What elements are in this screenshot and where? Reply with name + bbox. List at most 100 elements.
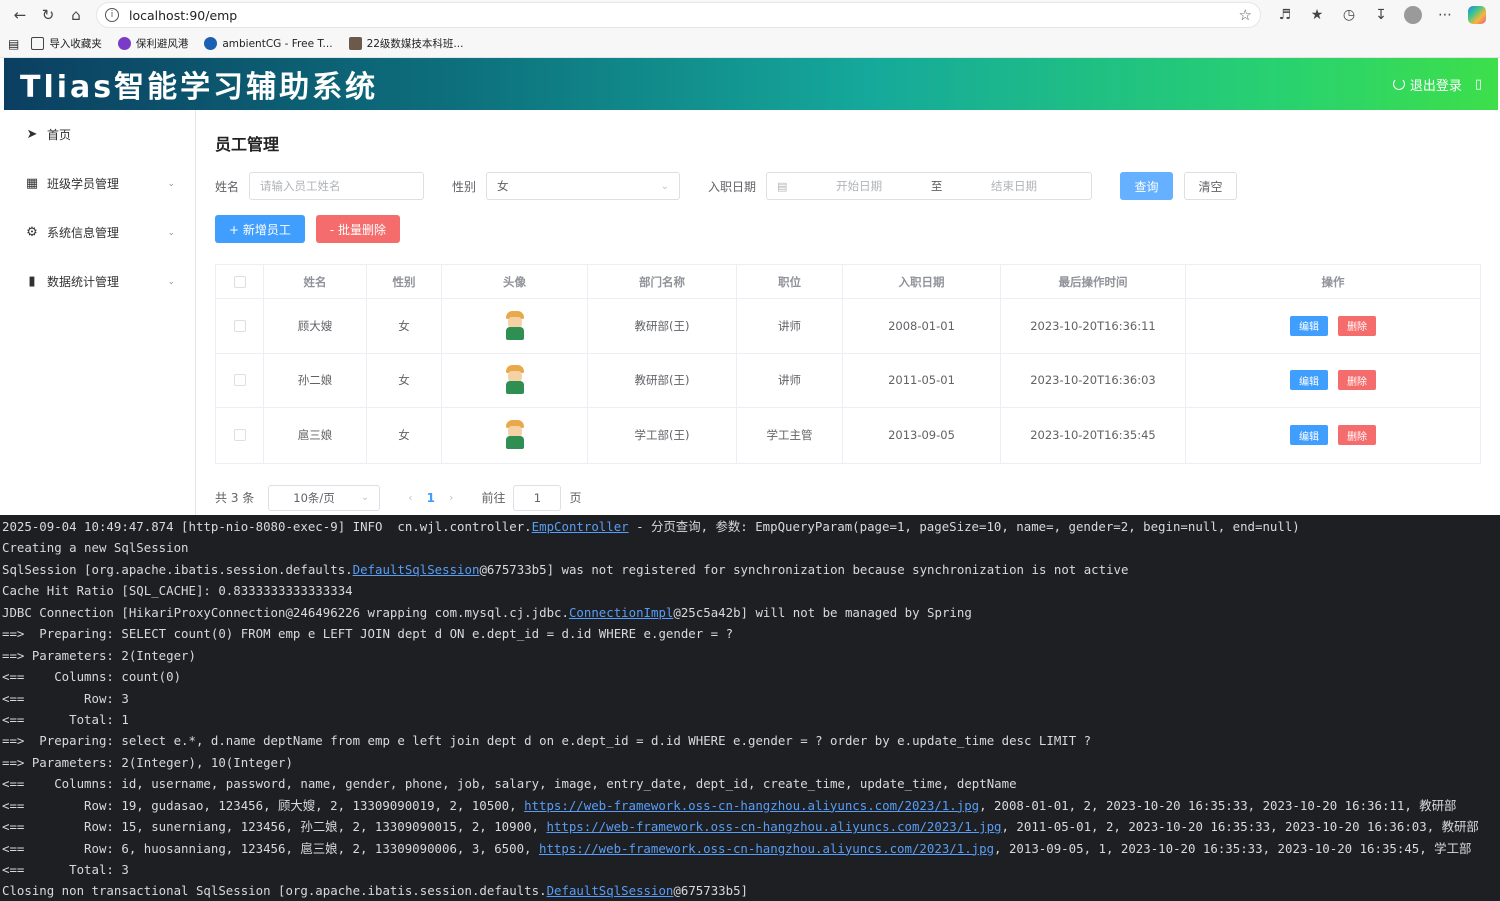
bookmark-3[interactable]: 22级数媒技本科班...: [348, 36, 463, 51]
sidebar-item-statistics[interactable]: ▮ 数据统计管理 ⌄: [4, 257, 195, 306]
log-line: Creating a new SqlSession: [0, 537, 1500, 558]
name-input[interactable]: 请输入员工姓名: [249, 172, 425, 200]
bookmarks-bar-toggle-icon[interactable]: ▤: [8, 37, 19, 51]
clear-button[interactable]: 清空: [1184, 172, 1238, 200]
browser-tools: ♬ ★ ◷ ↧ ⋯: [1271, 1, 1491, 29]
row-checkbox[interactable]: [233, 429, 246, 442]
log-line: ==> Parameters: 2(Integer), 10(Integer): [0, 752, 1500, 773]
favorites-icon[interactable]: ★: [1303, 1, 1331, 29]
actions-row: + 新增员工 - 批量删除: [215, 215, 1480, 243]
name-placeholder: 请输入员工姓名: [260, 179, 341, 193]
bookmark-1[interactable]: 保利避风港: [117, 36, 188, 51]
row-checkbox[interactable]: [233, 374, 246, 387]
entry-date-range[interactable]: ▤ 开始日期 至 结束日期: [766, 172, 1093, 200]
page-suffix: 页: [569, 491, 582, 505]
sidebar-item-class-student[interactable]: ▦ 班级学员管理 ⌄: [4, 159, 195, 208]
bookmark-2[interactable]: ambientCG - Free T...: [204, 37, 333, 50]
table-row: 顾大嫂 女 教研部(王) 讲师 2008-01-01 2023-10-20T16…: [216, 299, 1480, 354]
log-text: @675733b5] was not registered for synchr…: [479, 561, 1129, 577]
goto-label: 前往: [481, 491, 506, 505]
employee-avatar: [503, 365, 527, 395]
row-checkbox[interactable]: [233, 319, 246, 332]
employee-table: 姓名 性别 头像 部门名称 职位 入职日期 最后操作时间 操作 顾大嫂 女 教研…: [215, 264, 1481, 464]
info-icon[interactable]: i: [105, 8, 119, 22]
goto-page-input[interactable]: 1: [513, 484, 562, 511]
cell-actions: 编辑 删除: [1186, 408, 1480, 463]
log-link[interactable]: https://web-framework.oss-cn-hangzhou.al…: [546, 819, 1001, 834]
cell-gender: 女: [367, 408, 442, 463]
edit-button[interactable]: 编辑: [1290, 425, 1328, 446]
logout-button[interactable]: 退出登录 ▯: [1392, 75, 1482, 94]
app-header: Tlias智能学习辅助系统 退出登录 ▯: [4, 58, 1498, 110]
page-title: 员工管理: [215, 135, 280, 154]
cell-avatar: [442, 299, 588, 353]
reload-icon[interactable]: ↻: [34, 1, 62, 29]
bookmark-favicon: [348, 37, 362, 50]
copilot-icon[interactable]: [1463, 1, 1491, 29]
log-text: Closing non transactional SqlSession [or…: [2, 883, 547, 899]
cell-update-time: 2023-10-20T16:36:11: [1001, 299, 1186, 353]
console-output[interactable]: 2025-09-04 10:49:47.874 [http-nio-8080-e…: [0, 515, 1500, 901]
sidebar-item-label: 首页: [47, 128, 72, 142]
cell-job: 讲师: [737, 353, 843, 407]
sidebar-item-system-info[interactable]: ⚙ 系统信息管理 ⌄: [4, 208, 195, 257]
log-link[interactable]: ConnectionImpl: [569, 605, 673, 620]
chevron-down-icon: ⌄: [360, 492, 370, 503]
header-job: 职位: [737, 265, 843, 298]
edit-button[interactable]: 编辑: [1290, 370, 1328, 391]
delete-button[interactable]: 删除: [1338, 315, 1376, 336]
log-text: <== Total: 3: [2, 862, 129, 877]
delete-button[interactable]: 删除: [1338, 425, 1376, 446]
next-page-icon[interactable]: ›: [449, 491, 453, 504]
read-aloud-icon[interactable]: ♬: [1271, 1, 1299, 29]
back-icon[interactable]: ←: [6, 1, 34, 29]
cell-actions: 编辑 删除: [1186, 299, 1480, 353]
header-avatar: 头像: [442, 265, 588, 298]
import-icon: [31, 37, 45, 50]
gender-label: 性别: [452, 179, 477, 194]
end-date-input[interactable]: 结束日期: [991, 178, 1037, 194]
edit-button[interactable]: 编辑: [1290, 315, 1328, 336]
log-text: ==> Parameters: 2(Integer): [2, 647, 196, 663]
address-bar[interactable]: i localhost:90/emp ☆: [96, 2, 1261, 28]
power-icon: [1392, 78, 1405, 90]
page-size-select[interactable]: 10条/页 ⌄: [268, 484, 381, 511]
cell-entry-date: 2011-05-01: [843, 353, 1001, 407]
sidebar-item-label: 数据统计管理: [47, 275, 120, 289]
log-line: <== Columns: id, username, password, nam…: [0, 773, 1500, 794]
favorite-star-icon[interactable]: ☆: [1239, 6, 1252, 24]
add-employee-button[interactable]: + 新增员工: [215, 215, 305, 243]
delete-button[interactable]: 删除: [1338, 370, 1376, 391]
bookmark-import[interactable]: 导入收藏夹: [31, 36, 102, 51]
main-content: 员工管理 姓名 请输入员工姓名 性别 女 ⌄ 入职日期 ▤ 开始日期 至 结束日…: [197, 110, 1498, 515]
employee-avatar: [503, 310, 527, 341]
log-text: 2025-09-04 10:49:47.874 [http-nio-8080-e…: [2, 519, 532, 534]
log-link[interactable]: DefaultSqlSession: [353, 562, 480, 577]
download-icon[interactable]: ↧: [1367, 1, 1395, 29]
cell-entry-date: 2013-09-05: [843, 408, 1001, 463]
home-icon[interactable]: ⌂: [62, 1, 90, 29]
cell-avatar: [442, 353, 588, 407]
cell-gender: 女: [367, 299, 442, 353]
history-icon[interactable]: ◷: [1335, 1, 1363, 29]
gender-select[interactable]: 女 ⌄: [486, 172, 681, 200]
query-button[interactable]: 查询: [1120, 172, 1174, 200]
log-link[interactable]: EmpController: [532, 519, 629, 534]
log-text: Creating a new SqlSession: [2, 540, 189, 556]
start-date-input[interactable]: 开始日期: [836, 178, 882, 194]
log-link[interactable]: https://web-framework.oss-cn-hangzhou.al…: [524, 798, 979, 813]
log-line: Closing non transactional SqlSession [or…: [0, 880, 1500, 901]
sidebar-item-home[interactable]: ➤ 首页: [4, 110, 195, 159]
log-text: @25c5a42b] will not be managed by Spring: [673, 604, 972, 620]
prev-page-icon[interactable]: ‹: [408, 491, 412, 504]
log-link[interactable]: DefaultSqlSession: [547, 883, 674, 898]
log-link[interactable]: https://web-framework.oss-cn-hangzhou.al…: [539, 841, 994, 856]
batch-delete-button[interactable]: - 批量删除: [315, 215, 401, 243]
log-line: JDBC Connection [HikariProxyConnection@2…: [0, 602, 1500, 623]
more-menu-icon[interactable]: ⋯: [1431, 1, 1459, 29]
current-page[interactable]: 1: [427, 491, 435, 505]
cell-dept: 教研部(王): [588, 299, 737, 353]
select-all-checkbox[interactable]: [233, 275, 246, 288]
search-form: 姓名 请输入员工姓名 性别 女 ⌄ 入职日期 ▤ 开始日期 至 结束日期 查询 …: [215, 171, 1480, 201]
profile-icon[interactable]: [1399, 1, 1427, 29]
